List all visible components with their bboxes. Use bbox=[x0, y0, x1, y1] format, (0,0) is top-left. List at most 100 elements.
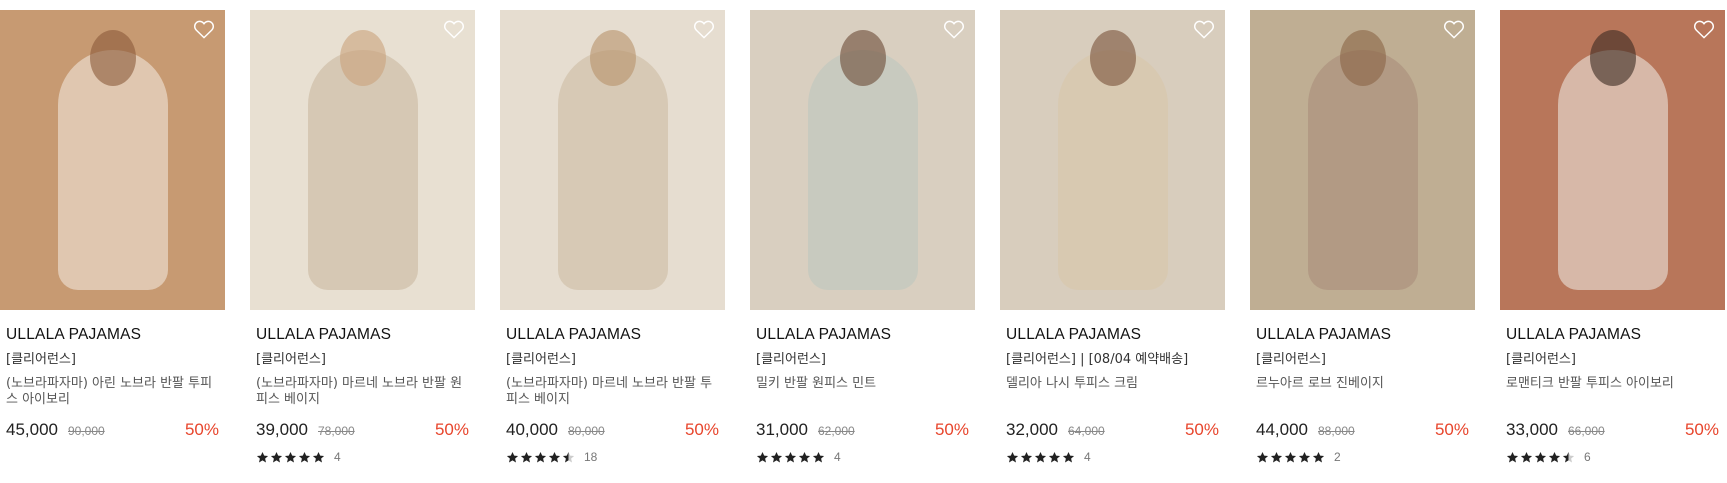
review-count: 4 bbox=[334, 450, 341, 464]
model-head bbox=[89, 30, 136, 86]
star-icon bbox=[1562, 451, 1575, 462]
star-icon bbox=[1020, 451, 1033, 462]
discount-rate: 50% bbox=[934, 420, 969, 439]
star-icon bbox=[506, 451, 519, 462]
brand-name[interactable]: ULLALA PAJAMAS bbox=[1250, 326, 1475, 344]
star-icon bbox=[1034, 451, 1047, 462]
price-row: 45,000 90,000 50% bbox=[0, 420, 225, 440]
star-icon bbox=[298, 451, 311, 462]
star-icon bbox=[312, 451, 325, 462]
product-name[interactable]: 밀키 반팔 원피스 민트 bbox=[750, 376, 975, 408]
review-count: 2 bbox=[1334, 450, 1341, 464]
product-image[interactable] bbox=[1500, 10, 1725, 310]
product-name[interactable]: 르누아르 로브 진베이지 bbox=[1250, 376, 1475, 408]
original-price: 80,000 bbox=[568, 424, 605, 438]
product-card[interactable]: ULLALA PAJAMAS [클리어런스] (노브라파자마) 아린 노브라 반… bbox=[0, 10, 225, 464]
heart-outline-icon[interactable] bbox=[1193, 19, 1215, 39]
star-rating bbox=[506, 451, 576, 464]
product-card[interactable]: ULLALA PAJAMAS [클리어런스] (노브라파자마) 마르네 노브라 … bbox=[250, 10, 475, 464]
discount-rate: 50% bbox=[1684, 420, 1719, 439]
product-tag: [클리어런스] | [08/04 예약배송] bbox=[1006, 352, 1189, 367]
model-figure bbox=[307, 50, 418, 290]
star-rating bbox=[1006, 451, 1076, 464]
star-icon bbox=[520, 451, 533, 462]
product-card[interactable]: ULLALA PAJAMAS [클리어런스] 로맨티크 반팔 투피스 아이보리 … bbox=[1500, 10, 1725, 464]
discount-rate: 50% bbox=[684, 420, 719, 439]
star-icon bbox=[270, 451, 283, 462]
model-figure bbox=[1307, 50, 1418, 290]
brand-name[interactable]: ULLALA PAJAMAS bbox=[500, 326, 725, 344]
original-price: 64,000 bbox=[1068, 424, 1105, 438]
heart-outline-icon[interactable] bbox=[1443, 19, 1465, 39]
star-icon bbox=[1548, 451, 1561, 462]
brand-name[interactable]: ULLALA PAJAMAS bbox=[1000, 326, 1225, 344]
price-row: 32,000 64,000 50% bbox=[1000, 420, 1225, 440]
brand-name[interactable]: ULLALA PAJAMAS bbox=[1500, 326, 1725, 344]
original-price: 90,000 bbox=[68, 424, 105, 438]
brand-name[interactable]: ULLALA PAJAMAS bbox=[750, 326, 975, 344]
review-count: 4 bbox=[1084, 450, 1091, 464]
heart-outline-icon[interactable] bbox=[693, 19, 715, 39]
product-grid: ULLALA PAJAMAS [클리어런스] (노브라파자마) 아린 노브라 반… bbox=[0, 10, 1725, 464]
product-card[interactable]: ULLALA PAJAMAS [클리어런스] 르누아르 로브 진베이지 44,0… bbox=[1250, 10, 1475, 464]
product-tag: [클리어런스] bbox=[6, 352, 76, 367]
star-icon bbox=[1270, 451, 1283, 462]
star-icon bbox=[1048, 451, 1061, 462]
price-row: 40,000 80,000 50% bbox=[500, 420, 725, 440]
original-price: 66,000 bbox=[1568, 424, 1605, 438]
rating-row: 4 bbox=[750, 450, 975, 464]
heart-outline-icon[interactable] bbox=[1693, 19, 1715, 39]
heart-outline-icon[interactable] bbox=[943, 19, 965, 39]
star-icon bbox=[562, 451, 575, 462]
sale-price: 40,000 bbox=[506, 420, 558, 439]
product-name[interactable]: (노브라파자마) 마르네 노브라 반팔 원피스 베이지 bbox=[250, 376, 475, 408]
product-name[interactable]: 델리아 나시 투피스 크림 bbox=[1000, 376, 1225, 408]
rating-row: 2 bbox=[1250, 450, 1475, 464]
product-tag: [클리어런스] bbox=[1256, 352, 1326, 367]
model-figure bbox=[557, 50, 668, 290]
heart-outline-icon[interactable] bbox=[443, 19, 465, 39]
product-name[interactable]: (노브라파자마) 아린 노브라 반팔 투피스 아이보리 bbox=[0, 376, 225, 408]
model-figure bbox=[1557, 50, 1668, 290]
model-head bbox=[1089, 30, 1136, 86]
product-image[interactable] bbox=[500, 10, 725, 310]
brand-name[interactable]: ULLALA PAJAMAS bbox=[0, 326, 225, 344]
price-row: 39,000 78,000 50% bbox=[250, 420, 475, 440]
product-name[interactable]: 로맨티크 반팔 투피스 아이보리 bbox=[1500, 376, 1725, 408]
model-head bbox=[1589, 30, 1636, 86]
rating-row: 4 bbox=[250, 450, 475, 464]
star-icon bbox=[770, 451, 783, 462]
product-image[interactable] bbox=[0, 10, 225, 310]
product-image[interactable] bbox=[250, 10, 475, 310]
star-icon bbox=[284, 451, 297, 462]
star-icon bbox=[1062, 451, 1075, 462]
sale-price: 39,000 bbox=[256, 420, 308, 439]
product-card[interactable]: ULLALA PAJAMAS [클리어런스] 밀키 반팔 원피스 민트 31,0… bbox=[750, 10, 975, 464]
rating-row: 18 bbox=[500, 450, 725, 464]
discount-rate: 50% bbox=[1434, 420, 1469, 439]
heart-outline-icon[interactable] bbox=[193, 19, 215, 39]
model-figure bbox=[807, 50, 918, 290]
star-icon bbox=[1006, 451, 1019, 462]
product-tag: [클리어런스] bbox=[756, 352, 826, 367]
product-image[interactable] bbox=[1000, 10, 1225, 310]
product-image[interactable] bbox=[1250, 10, 1475, 310]
discount-rate: 50% bbox=[1184, 420, 1219, 439]
model-figure bbox=[57, 50, 168, 290]
price-row: 33,000 66,000 50% bbox=[1500, 420, 1725, 440]
product-card[interactable]: ULLALA PAJAMAS [클리어런스] (노브라파자마) 마르네 노브라 … bbox=[500, 10, 725, 464]
brand-name[interactable]: ULLALA PAJAMAS bbox=[250, 326, 475, 344]
star-icon bbox=[534, 451, 547, 462]
sale-price: 45,000 bbox=[6, 420, 58, 439]
product-image[interactable] bbox=[750, 10, 975, 310]
review-count: 4 bbox=[834, 450, 841, 464]
sale-price: 33,000 bbox=[1506, 420, 1558, 439]
star-icon bbox=[1256, 451, 1269, 462]
star-icon bbox=[1312, 451, 1325, 462]
discount-rate: 50% bbox=[184, 420, 219, 439]
product-name[interactable]: (노브라파자마) 마르네 노브라 반팔 투피스 베이지 bbox=[500, 376, 725, 408]
product-card[interactable]: ULLALA PAJAMAS [클리어런스] | [08/04 예약배송] 델리… bbox=[1000, 10, 1225, 464]
model-head bbox=[589, 30, 636, 86]
model-head bbox=[839, 30, 886, 86]
star-rating bbox=[1256, 451, 1326, 464]
